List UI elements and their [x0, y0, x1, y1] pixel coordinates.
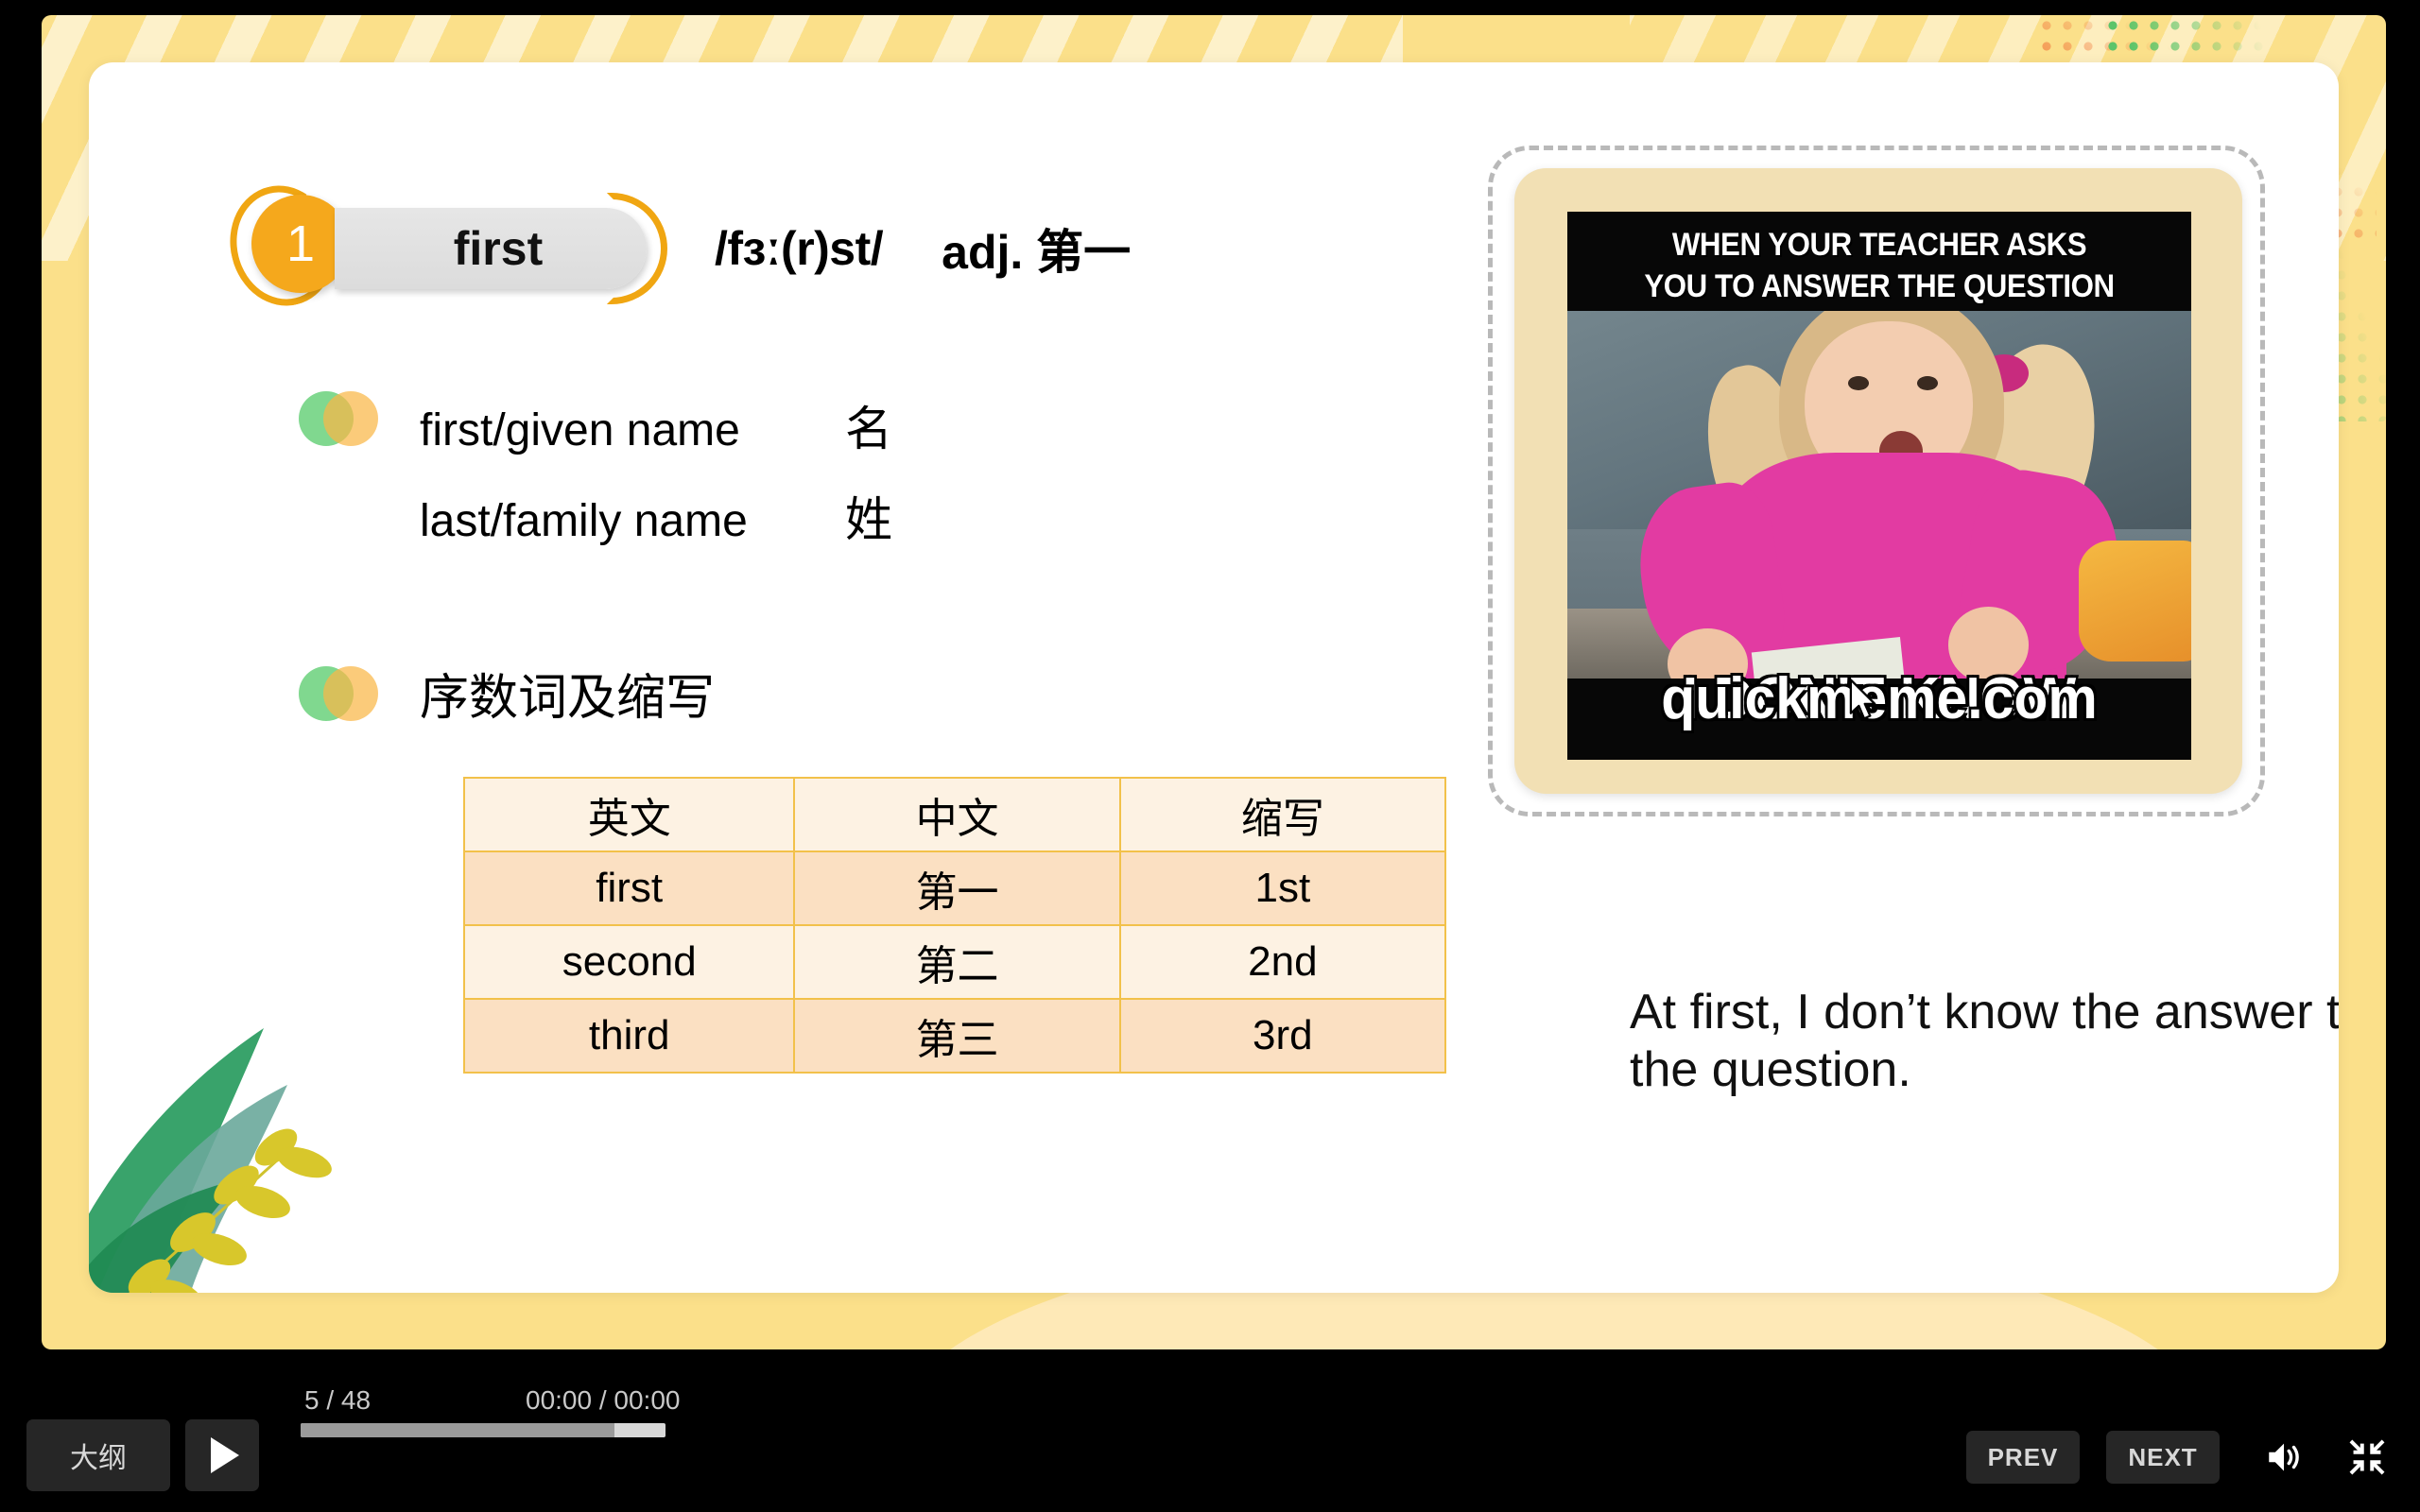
phonetic-text: /fɜː(r)st/: [715, 222, 884, 275]
venn-circles-icon: [299, 665, 378, 721]
meme-bottom-caption-band: I DON'T KNOW quickmeme.com: [1567, 666, 2191, 760]
word-number-badge-wrap: 1: [217, 174, 350, 318]
name-en: first/given name: [420, 405, 740, 455]
ordinals-table: 英文 中文 缩写 first 第一 1st second 第二 2nd thir…: [462, 777, 1447, 1074]
table-cell: 1st: [1118, 850, 1447, 926]
ordinals-heading: 序数词及缩写: [420, 671, 716, 726]
name-row: last/family name 姓: [420, 482, 892, 550]
ordinals-block-header: 序数词及缩写: [299, 658, 715, 729]
part-of-speech-text: adj. 第一: [942, 226, 1132, 279]
play-icon: [211, 1437, 239, 1473]
word-text: first: [453, 222, 544, 275]
table-cell: second: [462, 924, 796, 1000]
table-row: second 第二 2nd: [462, 924, 1447, 1000]
meme-top-caption-band: WHEN YOUR TEACHER ASKS YOU TO ANSWER THE…: [1567, 212, 2191, 311]
next-slide-button[interactable]: NEXT: [2106, 1431, 2220, 1484]
table-cell: third: [462, 998, 796, 1074]
table-cell: 2nd: [1118, 924, 1447, 1000]
table-cell: 第三: [793, 998, 1121, 1074]
table-cell: 3rd: [1118, 998, 1447, 1074]
prev-slide-button[interactable]: PREV: [1966, 1431, 2080, 1484]
presentation-viewer: 1 first /fɜː(r)st/ adj. 第一 first/given n…: [0, 0, 2420, 1512]
progress-bar-fill: [301, 1423, 614, 1437]
name-cn: 姓: [845, 493, 892, 546]
slide-canvas: 1 first /fɜː(r)st/ adj. 第一 first/given n…: [42, 15, 2386, 1349]
meme-watermark: quickmeme.com: [1661, 666, 2098, 731]
name-en: last/family name: [420, 496, 748, 546]
table-cell: 第一: [793, 850, 1121, 926]
exit-fullscreen-icon: [2349, 1439, 2385, 1475]
name-cn: 名: [845, 403, 892, 455]
progress-bar[interactable]: [301, 1423, 666, 1437]
table-cell: first: [462, 850, 796, 926]
left-content-column: 1 first /fɜː(r)st/ adj. 第一 first/given n…: [89, 62, 1526, 1293]
word-title-row: 1 first /fɜː(r)st/ adj. 第一: [217, 174, 1132, 318]
pill-ring-decor: [607, 193, 667, 304]
slide-content-card: 1 first /fɜː(r)st/ adj. 第一 first/given n…: [89, 62, 2339, 1293]
name-row: first/given name 名: [420, 391, 892, 459]
exit-fullscreen-button[interactable]: [2337, 1427, 2397, 1487]
time-display: 00:00 / 00:00: [526, 1385, 681, 1415]
slide-counter: 5 / 48: [304, 1385, 372, 1415]
table-row: third 第三 3rd: [462, 998, 1447, 1074]
volume-icon: [2269, 1443, 2299, 1471]
meme-top-line-1: WHEN YOUR TEACHER ASKS: [1671, 227, 2087, 263]
names-block: first/given name 名 last/family name 姓: [299, 391, 892, 573]
example-sentence: At first, I don’t know the answer to the…: [1630, 985, 2339, 1098]
volume-button[interactable]: [2254, 1427, 2314, 1487]
table-header-cell: 缩写: [1118, 777, 1447, 852]
meme-image: WHEN YOUR TEACHER ASKS YOU TO ANSWER THE…: [1567, 212, 2191, 760]
meme-top-line-2: YOU TO ANSWER THE QUESTION: [1644, 268, 2115, 304]
outline-button[interactable]: 大纲: [26, 1419, 170, 1491]
table-header-cell: 中文: [793, 777, 1121, 852]
play-button[interactable]: [185, 1419, 259, 1491]
table-header-row: 英文 中文 缩写: [462, 777, 1447, 852]
venn-circles-icon: [299, 391, 378, 446]
word-pill: first: [335, 193, 667, 304]
table-header-cell: 英文: [462, 777, 796, 852]
table-row: first 第一 1st: [462, 850, 1447, 926]
table-cell: 第二: [793, 924, 1121, 1000]
